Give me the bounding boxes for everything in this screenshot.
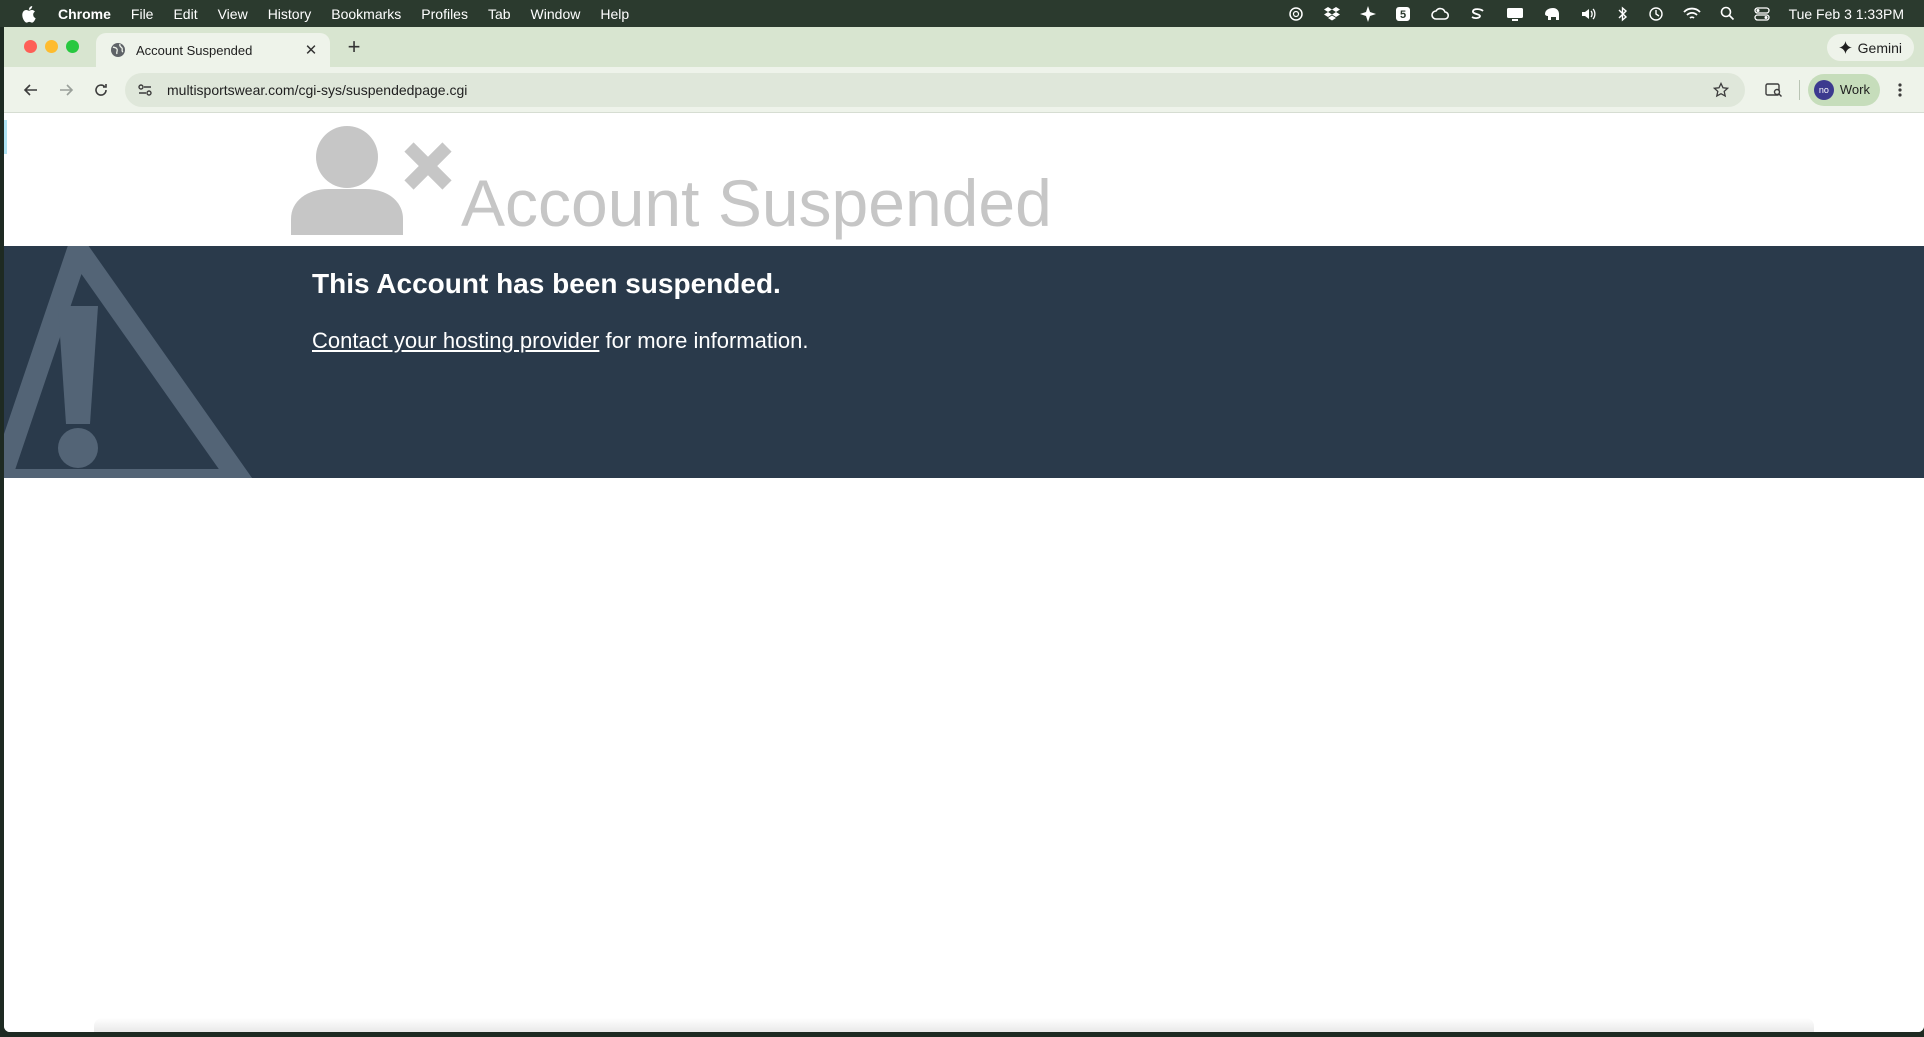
reload-button[interactable] (84, 73, 118, 107)
minimize-window-button[interactable] (45, 40, 58, 53)
tab-title: Account Suspended (136, 42, 253, 58)
user-suspended-icon (291, 126, 452, 235)
suspension-heading: This Account has been suspended. (312, 268, 781, 299)
menu-tab[interactable]: Tab (478, 6, 521, 22)
page-header: Account Suspended (4, 113, 1924, 246)
gemini-sparkle-icon (1838, 41, 1852, 54)
tab-account-suspended[interactable]: Account Suspended ✕ (96, 33, 330, 67)
menu-app-chrome[interactable]: Chrome (56, 6, 121, 22)
wifi-icon[interactable] (1682, 7, 1701, 21)
control-center-icon[interactable] (1753, 6, 1770, 21)
menu-edit[interactable]: Edit (163, 6, 207, 22)
url-text[interactable]: multisportswear.com/cgi-sys/suspendedpag… (167, 82, 1713, 98)
site-info-icon[interactable] (137, 82, 157, 98)
macos-menu-bar: Chrome File Edit View History Bookmarks … (0, 0, 1924, 27)
forward-button[interactable] (49, 73, 83, 107)
reload-icon (95, 83, 107, 96)
gemini-button[interactable]: Gemini (1826, 34, 1914, 61)
new-tab-button[interactable]: + (342, 35, 366, 59)
spotlight-search-icon[interactable] (1720, 6, 1735, 21)
bluetooth-icon[interactable] (1617, 5, 1629, 22)
close-icon[interactable]: ✕ (302, 41, 320, 59)
search-tabs-button[interactable] (1757, 73, 1791, 107)
globe-icon (111, 43, 125, 57)
message-suffix: for more information. (599, 328, 809, 353)
svg-text:5: 5 (1400, 9, 1406, 21)
stripe-s-icon[interactable] (1469, 6, 1487, 22)
volume-icon[interactable] (1580, 6, 1598, 22)
status-icons: 5 Tue Feb 3 1:33PM (1288, 5, 1924, 22)
tab-search-icon (1765, 82, 1782, 97)
warning-icon (4, 246, 253, 478)
time-machine-icon[interactable] (1648, 6, 1664, 22)
more-vert-icon (1898, 82, 1902, 97)
menu-history[interactable]: History (258, 6, 322, 22)
avatar: no (1813, 79, 1834, 100)
menu-view[interactable]: View (208, 6, 258, 22)
menu-help[interactable]: Help (590, 6, 639, 22)
sparkle-icon[interactable] (1359, 5, 1376, 22)
profile-label: Work (1839, 82, 1870, 97)
menubar-clock[interactable]: Tue Feb 3 1:33PM (1789, 6, 1904, 22)
s-badge-icon[interactable]: 5 (1395, 6, 1411, 22)
contact-hosting-provider-link[interactable]: Contact your hosting provider (312, 328, 599, 353)
bookmark-star-icon[interactable] (1712, 81, 1733, 98)
creative-cloud-icon[interactable] (1430, 6, 1450, 22)
page-bottom-shadow (94, 1018, 1814, 1032)
dropbox-icon[interactable] (1323, 6, 1341, 22)
menu-file[interactable]: File (121, 6, 164, 22)
toolbar-divider (1798, 79, 1800, 100)
browser-toolbar: multisportswear.com/cgi-sys/suspendedpag… (4, 67, 1924, 113)
back-button[interactable] (14, 73, 48, 107)
menu-window[interactable]: Window (521, 6, 591, 22)
profile-button[interactable]: no Work (1807, 73, 1880, 106)
suspension-banner: This Account has been suspended. Contact… (4, 246, 1924, 478)
openai-icon[interactable] (1288, 6, 1304, 22)
web-page: Account Suspended This Account has been … (4, 113, 1924, 1032)
elephant-icon[interactable] (1543, 6, 1561, 22)
gemini-label: Gemini (1857, 39, 1902, 56)
arrow-left-icon (23, 83, 37, 96)
address-bar[interactable]: multisportswear.com/cgi-sys/suspendedpag… (125, 72, 1745, 107)
window-controls (24, 40, 79, 53)
suspension-message: Contact your hosting provider for more i… (312, 328, 808, 354)
menu-bookmarks[interactable]: Bookmarks (321, 6, 411, 22)
left-edge-highlight (4, 120, 7, 154)
zoom-window-button[interactable] (66, 40, 79, 53)
browser-window: Account Suspended ✕ + Gemini multisports… (4, 27, 1924, 1032)
page-title: Account Suspended (461, 166, 1052, 240)
tab-strip: Account Suspended ✕ + Gemini (4, 27, 1924, 67)
menu-profiles[interactable]: Profiles (411, 6, 478, 22)
apple-icon[interactable] (0, 5, 56, 23)
arrow-right-icon (60, 83, 74, 96)
close-window-button[interactable] (24, 40, 37, 53)
screen-share-icon[interactable] (1506, 6, 1524, 22)
chrome-menu-button[interactable] (1886, 73, 1914, 107)
